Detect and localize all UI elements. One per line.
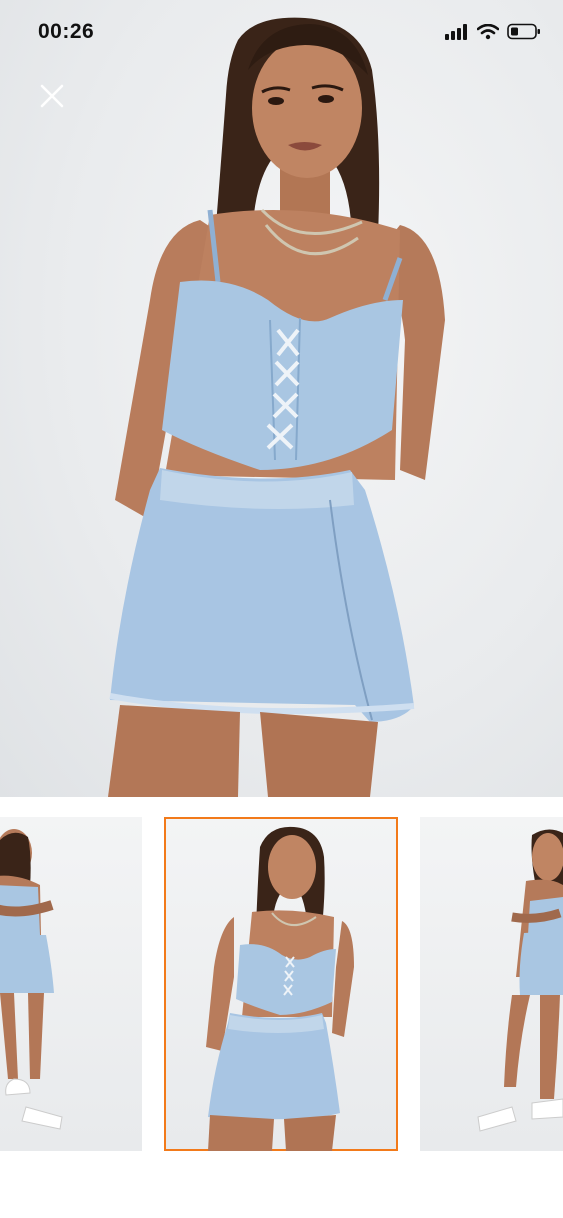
thumbnail-1[interactable] — [0, 817, 142, 1151]
status-bar: 00:26 — [0, 0, 563, 64]
thumbnail-1-photo — [0, 829, 63, 1130]
thumbnail-strip — [0, 817, 563, 1151]
status-time: 00:26 — [38, 20, 95, 43]
cellular-signal-icon — [445, 23, 467, 40]
thumbnail-2-photo — [206, 826, 354, 1151]
thumbnail-3[interactable] — [420, 817, 563, 1151]
close-button[interactable] — [36, 80, 68, 112]
thumbnail-3-photo — [477, 829, 563, 1132]
thumbnail-2[interactable] — [164, 817, 398, 1151]
model-photo — [108, 17, 445, 797]
wifi-icon — [477, 23, 499, 39]
status-icons — [445, 23, 541, 40]
main-product-image[interactable] — [0, 0, 563, 797]
battery-icon — [507, 23, 540, 40]
close-icon — [40, 84, 64, 108]
